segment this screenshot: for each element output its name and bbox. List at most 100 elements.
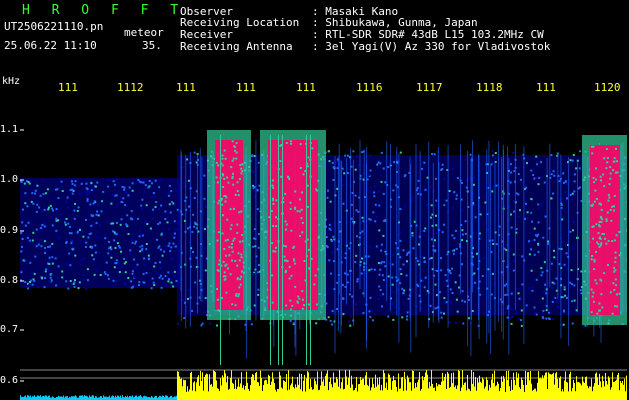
noise-speck <box>417 155 420 158</box>
noise-speck <box>521 283 524 286</box>
noise-speck <box>449 288 452 291</box>
noise-speck <box>332 179 335 181</box>
noise-speck <box>575 167 578 170</box>
spectrum-bar <box>25 395 26 400</box>
echo-speck <box>283 255 286 258</box>
spectrum-bar <box>156 396 157 400</box>
noise-speck <box>41 277 44 280</box>
echo-speck <box>614 278 617 281</box>
noise-speck <box>526 211 529 214</box>
noise-speck <box>55 208 58 211</box>
noise-speck <box>175 189 178 192</box>
echo-streak <box>507 146 509 293</box>
noise-speck <box>336 308 338 310</box>
noise-speck <box>27 221 30 224</box>
noise-speck <box>40 210 43 213</box>
noise-speck <box>31 192 34 195</box>
spectrum-bar <box>391 389 392 400</box>
spectrum-bar <box>532 390 533 400</box>
noise-speck <box>131 270 134 273</box>
spectrum-bar <box>111 396 112 400</box>
noise-speck <box>132 233 135 236</box>
spectrum-bar <box>127 395 128 400</box>
echo-streak <box>386 141 388 301</box>
spectrum-bar <box>154 396 155 400</box>
spectrum-bar <box>207 374 208 400</box>
noise-speck <box>66 196 69 199</box>
echo-speck <box>241 270 243 273</box>
noise-speck <box>200 324 203 327</box>
spectrum-bar <box>273 378 274 400</box>
minute-label: 111 <box>58 81 78 94</box>
noise-speck <box>168 278 171 281</box>
spectrum-bar <box>604 386 605 400</box>
noise-speck <box>56 276 59 279</box>
noise-speck <box>377 190 380 193</box>
noise-speck <box>455 197 458 200</box>
noise-speck <box>82 235 85 238</box>
noise-speck <box>75 185 78 188</box>
noise-speck <box>491 161 494 164</box>
spectrum-bar <box>306 378 307 400</box>
spectrum-bar <box>341 382 342 400</box>
spectrum-bar <box>537 382 538 400</box>
noise-speck <box>326 246 329 249</box>
spectrum-bar <box>357 391 358 400</box>
echo-speck <box>591 152 594 155</box>
noise-speck <box>360 272 363 275</box>
spectrum-bar <box>303 380 304 400</box>
spectrum-bar <box>626 375 627 400</box>
noise-speck <box>73 209 76 212</box>
echo-streak <box>490 164 492 354</box>
echo-speck <box>235 294 238 297</box>
noise-speck <box>94 244 97 247</box>
echo-speck <box>294 262 297 265</box>
noise-speck <box>105 261 108 264</box>
noise-speck <box>140 204 143 207</box>
echo-streak <box>409 156 411 318</box>
echo-speck <box>613 209 615 212</box>
noise-speck <box>85 241 88 244</box>
minute-label: 111 <box>296 81 316 94</box>
noise-speck <box>368 154 371 157</box>
noise-speck <box>562 172 565 175</box>
echo-speck <box>592 237 595 240</box>
echo-speck <box>284 245 287 248</box>
noise-speck <box>112 222 115 225</box>
spectrum-bar <box>224 370 225 400</box>
spectrum-bar <box>617 374 618 400</box>
spectrum-bar <box>591 378 592 400</box>
noise-speck <box>124 204 127 207</box>
noise-speck <box>86 268 89 271</box>
echo-speck <box>600 279 603 282</box>
spectrum-bar <box>209 374 210 400</box>
spectrum-bar <box>171 395 172 400</box>
spectrum-bar <box>285 382 286 400</box>
spectrum-bar <box>52 396 53 400</box>
noise-speck <box>563 309 565 312</box>
echo-speck <box>608 196 611 199</box>
noise-speck <box>377 164 380 167</box>
spectrum-bar <box>432 384 433 400</box>
spectrum-bar <box>279 371 280 400</box>
echo-streak <box>523 146 525 344</box>
noise-speck <box>154 179 157 182</box>
spectrum-bar <box>534 388 535 400</box>
spectrum-bar <box>389 374 390 400</box>
echo-streak <box>428 141 430 328</box>
spectrum-bar <box>296 387 297 400</box>
noise-speck <box>123 262 126 265</box>
noise-speck <box>167 228 170 231</box>
noise-speck <box>347 172 349 174</box>
noise-speck <box>530 211 533 214</box>
noise-speck <box>518 297 521 300</box>
echo-speck <box>595 198 598 200</box>
spectrum-bar <box>465 382 466 400</box>
spectrum-bar <box>504 378 505 400</box>
noise-speck <box>440 169 443 171</box>
noise-speck <box>513 200 516 203</box>
spectrum-bar <box>73 396 74 400</box>
spectrum-bar <box>545 372 546 400</box>
echo-speck <box>239 164 242 166</box>
spectrum-bar <box>310 378 311 400</box>
